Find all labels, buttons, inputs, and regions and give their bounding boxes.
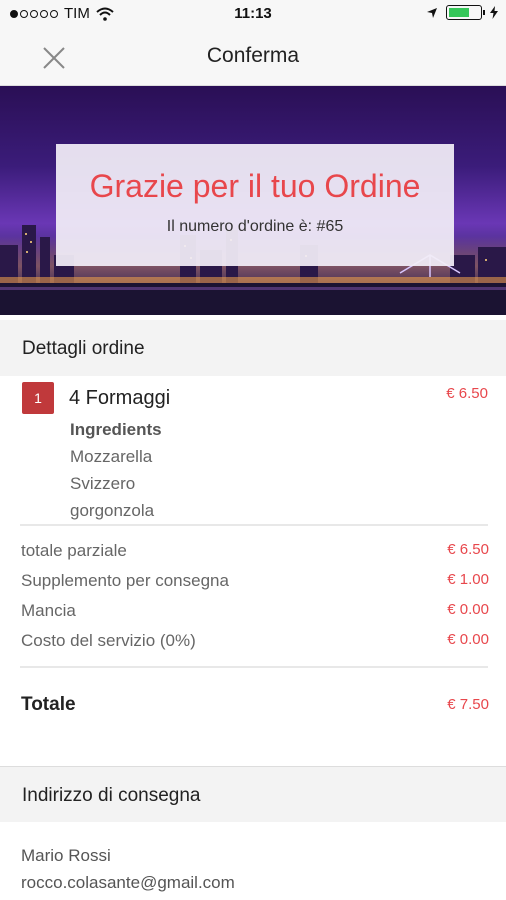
ingredient-item: Svizzero <box>70 474 136 493</box>
ingredient-item: gorgonzola <box>70 501 155 520</box>
total-row: Totale € 7.50 <box>21 694 489 720</box>
status-right <box>426 5 498 20</box>
divider <box>20 666 488 668</box>
ingredients-label: Ingredients <box>70 420 162 439</box>
customer-email: rocco.colasante@gmail.com <box>21 873 235 892</box>
summary-label: Supplemento per consegna <box>21 571 229 590</box>
divider <box>20 524 488 526</box>
customer-name: Mario Rossi <box>21 846 111 865</box>
summary-value: € 6.50 <box>447 541 489 558</box>
thank-you-card: Grazie per il tuo Ordine Il numero d'ord… <box>56 144 454 266</box>
battery-icon <box>446 5 485 20</box>
summary-label: totale parziale <box>21 541 127 560</box>
service-fee-row: Costo del servizio (0%) € 0.00 <box>21 631 489 655</box>
order-number-text: Il numero d'ordine è: #65 <box>166 218 344 235</box>
location-arrow-icon <box>427 7 437 18</box>
summary-value: € 1.00 <box>447 571 489 588</box>
item-price: € 6.50 <box>446 385 488 402</box>
hero-banner: Grazie per il tuo Ordine Il numero d'ord… <box>0 86 506 315</box>
status-bar: TIM 11:13 <box>0 0 506 28</box>
summary-value: € 0.00 <box>447 631 489 648</box>
summary-label: Mancia <box>21 601 76 620</box>
order-details-header: Dettagli ordine <box>0 320 506 376</box>
nav-bar: Conferma <box>0 28 506 86</box>
charging-bolt-icon <box>490 6 498 19</box>
ingredient-item: Mozzarella <box>70 447 153 466</box>
subtotal-row: totale parziale € 6.50 <box>21 541 489 565</box>
delivery-address-header: Indirizzo di consegna <box>0 766 506 822</box>
total-value: € 7.50 <box>447 696 489 713</box>
page-title: Conferma <box>206 44 300 67</box>
delivery-fee-row: Supplemento per consegna € 1.00 <box>21 571 489 595</box>
order-details-title: Dettagli ordine <box>22 338 145 359</box>
thank-you-heading: Grazie per il tuo Ordine <box>89 168 421 204</box>
total-label: Totale <box>21 694 76 715</box>
summary-value: € 0.00 <box>447 601 489 618</box>
item-name: 4 Formaggi <box>69 387 171 409</box>
tip-row: Mancia € 0.00 <box>21 601 489 625</box>
summary-label: Costo del servizio (0%) <box>21 631 196 650</box>
delivery-address-title: Indirizzo di consegna <box>22 785 201 806</box>
quantity-badge: 1 <box>22 382 54 414</box>
